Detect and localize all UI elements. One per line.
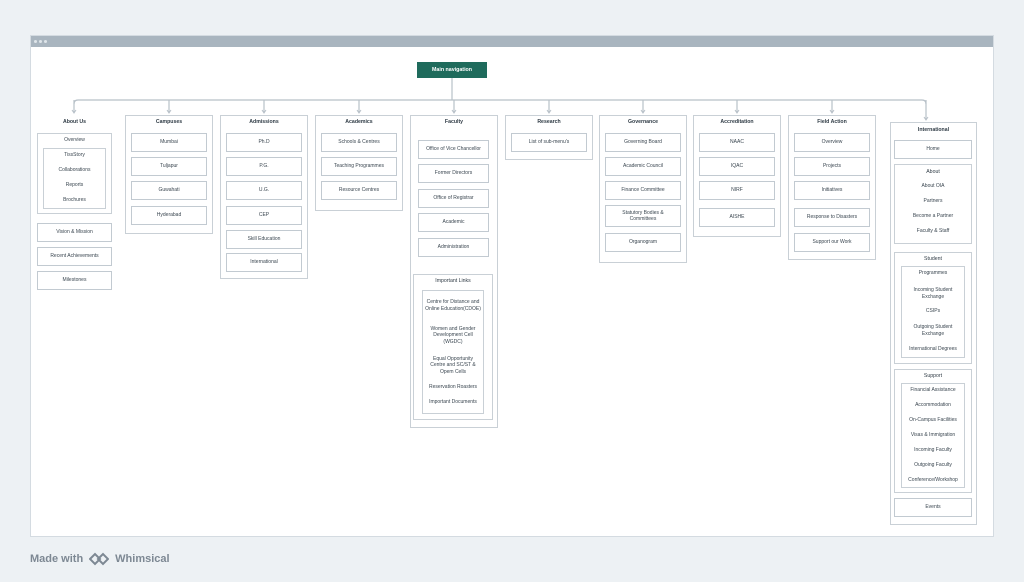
link-cdoe[interactable]: Centre for Distance and Online Education…	[422, 293, 484, 318]
admissions-heading: Admissions	[249, 119, 279, 125]
made-with-whimsical-badge[interactable]: Made with Whimsical	[30, 549, 170, 569]
governance-statutory-bodies[interactable]: Statutory Bodies & Committees	[605, 205, 681, 227]
student-csips[interactable]: CSIPs	[901, 307, 965, 316]
about-item-tissstory[interactable]: TissStory	[43, 151, 106, 160]
accreditation-aishe[interactable]: AISHE	[699, 208, 775, 227]
faculty-former-directors[interactable]: Former Directors	[418, 164, 489, 183]
important-links-heading: Important Links	[435, 278, 471, 284]
governance-governing-board[interactable]: Governing Board	[605, 133, 681, 152]
whimsical-board: Main navigation About Us Overview TissSt…	[30, 35, 994, 537]
academics-teaching-programmes[interactable]: Teaching Programmes	[321, 157, 397, 176]
about-us-heading: About Us	[62, 119, 87, 125]
campus-mumbai[interactable]: Mumbai	[131, 133, 207, 152]
student-international-degrees[interactable]: International Degrees	[901, 345, 965, 354]
governance-heading: Governance	[628, 119, 658, 125]
international-heading: International	[917, 127, 950, 133]
admission-cep[interactable]: CEP	[226, 206, 302, 225]
field-initiatives[interactable]: Initiatives	[794, 181, 870, 200]
international-support-heading: Support	[923, 373, 943, 379]
international-faculty-staff[interactable]: Faculty & Staff	[894, 227, 972, 236]
student-incoming-exchange[interactable]: Incoming Student Exchange	[901, 285, 965, 302]
admission-phd[interactable]: Ph.D	[226, 133, 302, 152]
field-overview[interactable]: Overview	[794, 133, 870, 152]
governance-finance-committee[interactable]: Finance Committee	[605, 181, 681, 200]
international-home[interactable]: Home	[894, 140, 972, 159]
made-with-label: Made with	[30, 553, 84, 565]
student-outgoing-exchange[interactable]: Outgoing Student Exchange	[901, 322, 965, 339]
about-item-vision-mission[interactable]: Vision & Mission	[37, 223, 112, 242]
connector-lines	[71, 78, 929, 121]
academics-heading: Academics	[345, 119, 373, 125]
field-action-heading: Field Action	[817, 119, 847, 125]
link-reservation-roasters[interactable]: Reservation Roasters	[422, 383, 484, 392]
research-heading: Research	[537, 119, 561, 125]
accreditation-iqac[interactable]: IQAC	[699, 157, 775, 176]
field-support-our-work[interactable]: Support our Work	[794, 233, 870, 252]
support-incoming-faculty[interactable]: Incoming Faculty	[901, 446, 965, 455]
support-financial-assistance[interactable]: Financial Assistance	[901, 386, 965, 395]
support-accommodation[interactable]: Accommodation	[901, 401, 965, 410]
international-become-partner[interactable]: Become a Partner	[894, 212, 972, 221]
link-wgdc[interactable]: Women and Gender Development Cell (WGDC)	[422, 323, 484, 348]
student-programmes[interactable]: Programmes	[901, 269, 965, 278]
accreditation-naac[interactable]: NAAC	[699, 133, 775, 152]
link-equal-opportunity[interactable]: Equal Opportunity Centre and SC/ST & Ope…	[422, 353, 484, 378]
whimsical-brand-label: Whimsical	[115, 553, 170, 565]
field-response-disasters[interactable]: Response to Disasters	[794, 208, 870, 227]
faculty-heading: Faculty	[444, 119, 464, 125]
main-navigation-node[interactable]: Main navigation	[417, 62, 487, 78]
admission-skill-education[interactable]: Skill Education	[226, 230, 302, 249]
campus-tuljapur[interactable]: Tuljapur	[131, 157, 207, 176]
support-conference-workshop[interactable]: Conference/Workshop	[901, 476, 965, 485]
about-item-brochures[interactable]: Brochures	[43, 196, 106, 205]
academics-resource-centres[interactable]: Resource Centres	[321, 181, 397, 200]
faculty-office-registrar[interactable]: Office of Registrar	[418, 189, 489, 208]
about-item-collaborations[interactable]: Collaborations	[43, 166, 106, 175]
about-item-reports[interactable]: Reports	[43, 181, 106, 190]
governance-academic-council[interactable]: Academic Council	[605, 157, 681, 176]
faculty-office-vice-chancellor[interactable]: Office of Vice Chancellor	[418, 140, 489, 159]
international-partners[interactable]: Partners	[894, 197, 972, 206]
support-on-campus-facilities[interactable]: On-Campus Facilities	[901, 416, 965, 425]
campus-hyderabad[interactable]: Hyderabad	[131, 206, 207, 225]
link-important-documents[interactable]: Important Documents	[422, 398, 484, 407]
about-item-recent-achievements[interactable]: Recent Achievements	[37, 247, 112, 266]
campuses-heading: Campuses	[155, 119, 183, 125]
admission-ug[interactable]: U.G.	[226, 181, 302, 200]
campus-guwahati[interactable]: Guwahati	[131, 181, 207, 200]
international-about-oia[interactable]: About OIA	[894, 182, 972, 191]
research-sub-menus[interactable]: List of sub-menu's	[511, 133, 587, 152]
whimsical-logo-icon	[89, 552, 110, 566]
academics-schools-centres[interactable]: Schools & Centres	[321, 133, 397, 152]
international-about-heading: About	[926, 169, 940, 175]
support-visas-immigration[interactable]: Visas & Immigration	[901, 431, 965, 440]
admission-international[interactable]: International	[226, 253, 302, 272]
governance-organogram[interactable]: Organogram	[605, 233, 681, 252]
international-events[interactable]: Events	[894, 498, 972, 517]
diagram-canvas: Main navigation About Us Overview TissSt…	[31, 36, 995, 538]
about-item-milestones[interactable]: Milestones	[37, 271, 112, 290]
international-student-heading: Student	[924, 256, 942, 262]
support-outgoing-faculty[interactable]: Outgoing Faculty	[901, 461, 965, 470]
accreditation-nirf[interactable]: NIRF	[699, 181, 775, 200]
about-overview[interactable]: Overview	[37, 136, 112, 145]
faculty-administration[interactable]: Administration	[418, 238, 489, 257]
faculty-academic[interactable]: Academic	[418, 213, 489, 232]
admission-pg[interactable]: P.G.	[226, 157, 302, 176]
accreditation-heading: Accreditation	[720, 119, 754, 125]
field-projects[interactable]: Projects	[794, 157, 870, 176]
connector-bus	[73, 99, 927, 105]
